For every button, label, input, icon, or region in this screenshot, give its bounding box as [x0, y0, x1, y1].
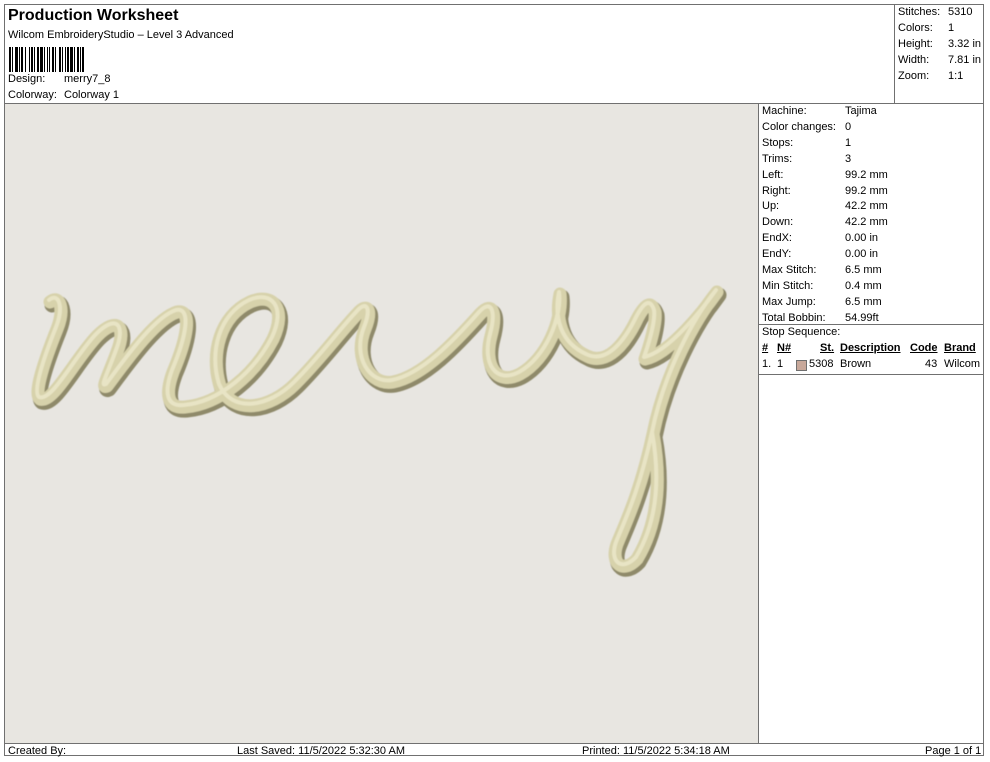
stat-colors: Colors: 1: [898, 22, 954, 34]
design-row: Design: merry7_8: [8, 73, 110, 85]
row-num: 1.: [762, 358, 772, 370]
machine-info-row: Total Bobbin: 54.99ft: [762, 312, 879, 324]
machine-info-row: EndY: 0.00 in: [762, 248, 878, 260]
software-subtitle: Wilcom EmbroideryStudio – Level 3 Advanc…: [8, 29, 234, 41]
design-preview: [5, 104, 759, 743]
row-description: Brown: [840, 358, 872, 370]
machine-info-label: Total Bobbin:: [762, 311, 826, 324]
worksheet-header: Production Worksheet Wilcom EmbroiderySt…: [5, 5, 895, 104]
machine-info-row: Left: 99.2 mm: [762, 169, 888, 181]
stat-stitches: Stitches: 5310: [898, 6, 972, 18]
machine-info-value: 54.99ft: [845, 311, 879, 324]
row-brand: Wilcom: [944, 358, 981, 370]
machine-info-row: Min Stitch: 0.4 mm: [762, 280, 882, 292]
machine-info-row: Right: 99.2 mm: [762, 185, 888, 197]
stat-value: 7.81 in: [948, 54, 982, 66]
machine-info-label: Min Stitch:: [762, 279, 814, 292]
row-st: 5308: [809, 358, 834, 370]
machine-info-row: Trims: 3: [762, 153, 851, 165]
col-num: #: [762, 342, 769, 354]
col-code: Code: [910, 342, 938, 354]
machine-info-value: 1: [845, 136, 852, 149]
machine-info-value: 0.00 in: [845, 248, 879, 261]
machine-info-value: 42.2 mm: [845, 216, 888, 229]
page-number: Page 1 of 1: [925, 745, 982, 757]
machine-info-label: EndX:: [762, 232, 792, 245]
printed-date: Printed: 11/5/2022 5:34:18 AM: [582, 745, 730, 757]
machine-info-row: Stops: 1: [762, 137, 851, 149]
divider: [759, 374, 984, 375]
machine-info-label: Machine:: [762, 105, 807, 117]
divider: [759, 324, 984, 325]
machine-info-label: Trims:: [762, 152, 793, 165]
stat-label: Height:: [898, 38, 933, 50]
col-description: Description: [840, 342, 901, 354]
stat-value: 5310: [948, 6, 973, 18]
row-n: 1: [777, 358, 784, 370]
machine-info-label: Color changes:: [762, 120, 836, 133]
machine-info-label: EndY:: [762, 248, 792, 261]
machine-info-row: Max Jump: 6.5 mm: [762, 296, 882, 308]
col-n: N#: [777, 342, 792, 354]
created-by: Created By:: [8, 745, 67, 757]
row-code: 43: [925, 358, 938, 370]
stat-width: Width: 7.81 in: [898, 54, 981, 66]
color-swatch: [796, 360, 807, 371]
col-st: St.: [820, 342, 835, 354]
machine-info-value: 0.4 mm: [845, 279, 882, 292]
col-brand: Brand: [944, 342, 976, 354]
design-stats-box: Stitches: 5310 Colors: 1 Height: 3.32 in Wi…: [894, 4, 984, 104]
machine-info-row: Down: 42.2 mm: [762, 216, 888, 228]
machine-info-value: 6.5 mm: [845, 264, 882, 276]
machine-info-value: 6.5 mm: [845, 295, 882, 308]
stat-height: Height: 3.32 in: [898, 38, 981, 50]
stat-label: Stitches:: [898, 6, 941, 18]
machine-info-label: Right:: [762, 184, 791, 197]
machine-info-row: Machine: Tajima: [762, 105, 877, 117]
stat-label: Zoom:: [898, 70, 930, 82]
page-title: Production Worksheet: [8, 7, 179, 24]
colorway-label: Colorway:: [8, 89, 57, 101]
machine-info-value: 0.00 in: [845, 232, 879, 245]
machine-info-value: 99.2 mm: [845, 168, 888, 181]
barcode-image: [9, 47, 137, 72]
machine-info-value: 3: [845, 152, 852, 165]
machine-info-row: EndX: 0.00 in: [762, 232, 878, 244]
design-label: Design:: [8, 73, 46, 85]
stat-label: Colors:: [898, 22, 933, 34]
embroidery-merry-image: [31, 285, 727, 577]
colorway-value: Colorway 1: [64, 89, 120, 101]
machine-info-label: Stops:: [762, 136, 794, 149]
last-saved: Last Saved: 11/5/2022 5:32:30 AM: [237, 745, 405, 757]
design-value: merry7_8: [64, 73, 111, 85]
machine-info-value: Tajima: [845, 105, 877, 117]
worksheet-footer: Created By: Last Saved: 11/5/2022 5:32:3…: [5, 743, 984, 757]
stat-value: 3.32 in: [948, 38, 982, 50]
machine-info-label: Up:: [762, 200, 780, 213]
machine-info-value: 42.2 mm: [845, 200, 888, 213]
stat-label: Width:: [898, 54, 930, 66]
machine-info-label: Left:: [762, 168, 784, 181]
stat-zoom: Zoom: 1:1: [898, 70, 963, 82]
machine-info-value: 99.2 mm: [845, 184, 888, 197]
machine-info-row: Color changes: 0: [762, 121, 851, 133]
machine-info-row: Up: 42.2 mm: [762, 200, 888, 212]
colorway-row: Colorway: Colorway 1: [8, 89, 119, 101]
stop-sequence-title: Stop Sequence:: [762, 326, 841, 338]
machine-info-label: Max Jump:: [762, 295, 816, 308]
machine-info-label: Down:: [762, 216, 794, 229]
machine-info-label: Max Stitch:: [762, 264, 817, 276]
machine-info-row: Max Stitch: 6.5 mm: [762, 264, 882, 276]
machine-info-panel: Machine: Tajima Color changes: 0 Stops: 1 Trim…: [759, 104, 984, 743]
stat-value: 1:1: [948, 70, 964, 82]
stat-value: 1: [948, 22, 955, 34]
machine-info-value: 0: [845, 120, 852, 133]
